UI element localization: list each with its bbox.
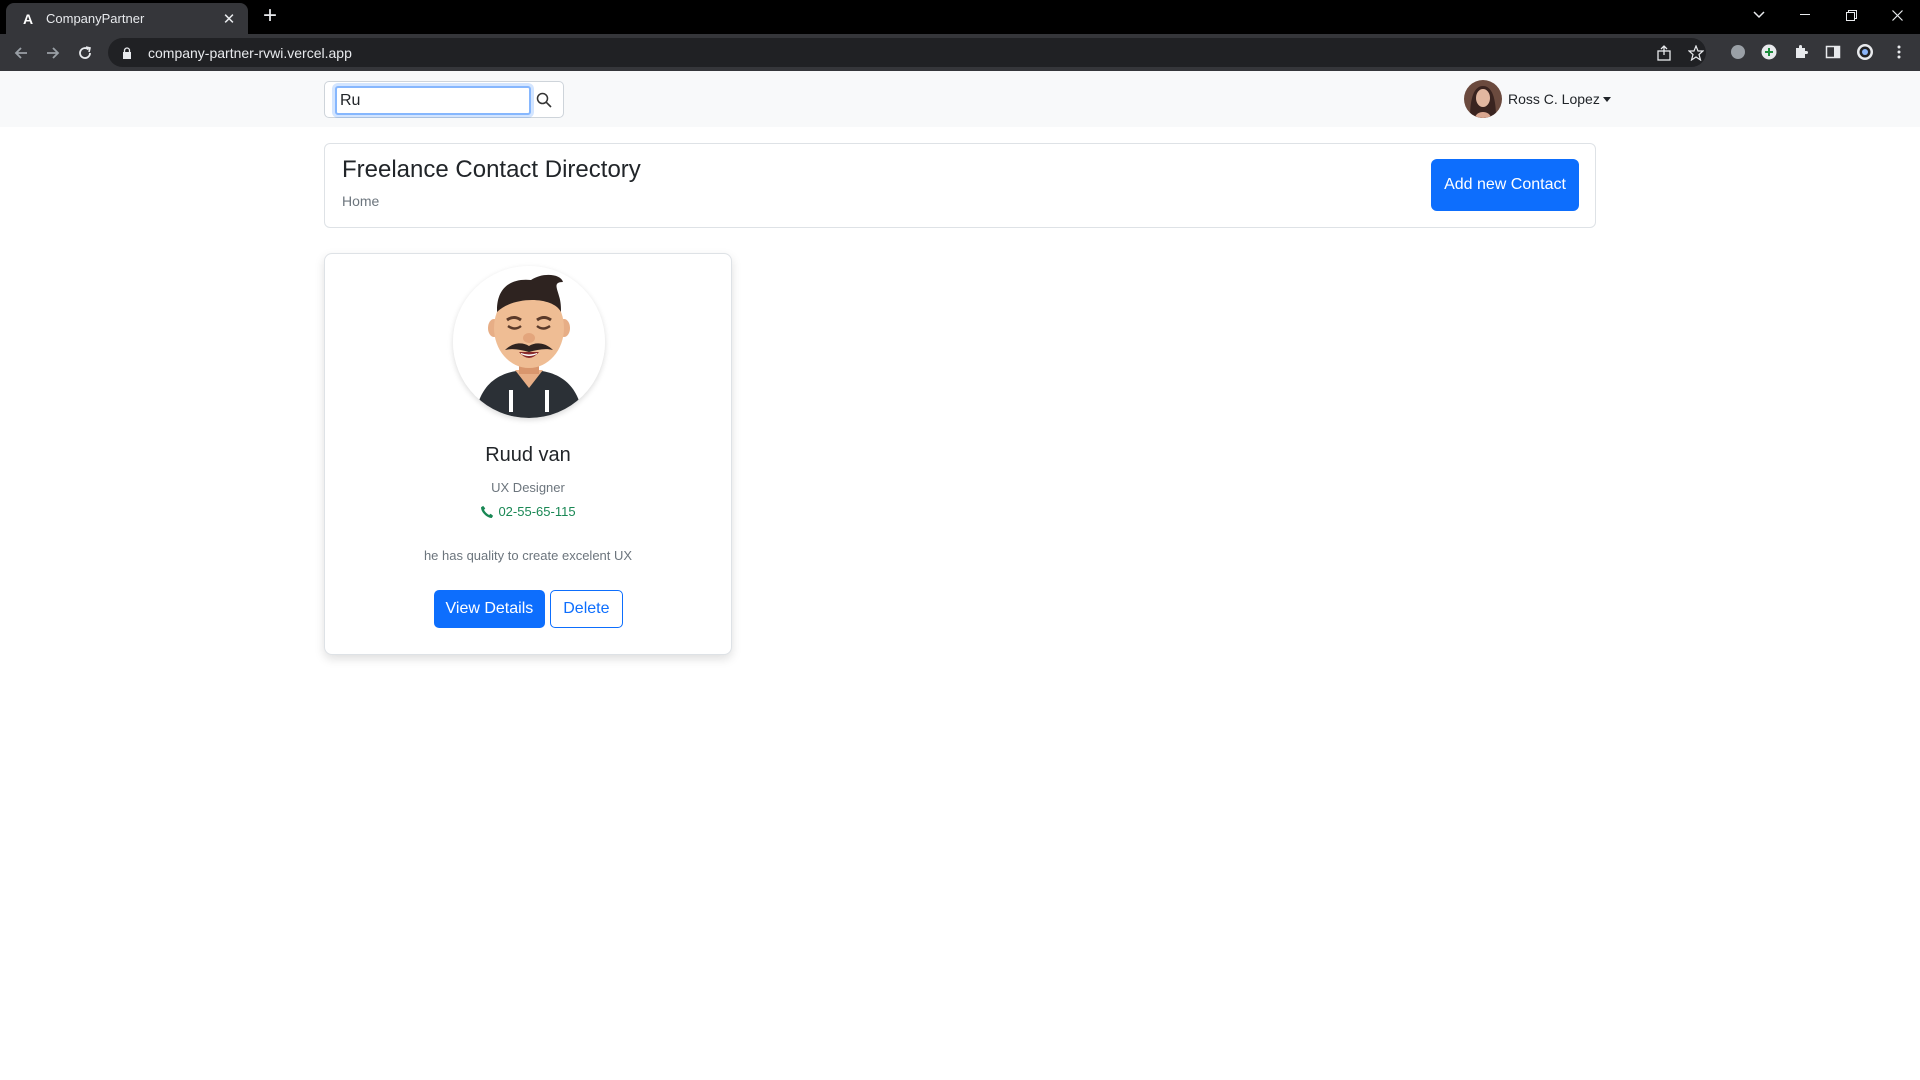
contact-card: Ruud van UX Designer 02-55-65-115 he has… [324,253,732,655]
tab-title: CompanyPartner [46,11,145,26]
breadcrumb-home[interactable]: Home [342,193,379,209]
user-menu[interactable]: Ross C. Lopez [1464,79,1611,119]
directory-header: Freelance Contact Directory Home Add new… [324,143,1596,228]
contact-name: Ruud van [485,444,571,466]
contact-avatar [453,266,605,418]
bookmark-star-icon[interactable] [1688,45,1704,61]
url-text: company-partner-rvwi.vercel.app [148,44,352,61]
browser-menu-icon[interactable] [1890,43,1908,61]
new-tab-icon[interactable]: + [258,4,282,28]
side-panel-icon[interactable] [1824,43,1842,61]
phone-icon [480,505,494,519]
add-contact-button[interactable]: Add new Contact [1431,159,1579,211]
user-name: Ross C. Lopez [1508,91,1600,107]
share-icon[interactable] [1656,45,1672,61]
page: Ross C. Lopez Freelance Contact Director… [0,71,1920,1080]
tab-search-icon[interactable] [1736,0,1782,30]
contact-description: he has quality to create excelent UX [423,548,633,563]
contact-phone-number: 02-55-65-115 [498,504,576,519]
contact-actions: View Details Delete [325,590,731,628]
contact-phone: 02-55-65-115 [325,504,731,519]
app-navbar: Ross C. Lopez [0,71,1920,127]
close-window-icon[interactable] [1874,0,1920,30]
forward-icon[interactable] [40,40,66,66]
search-group [324,81,564,118]
contact-role: UX Designer [491,480,565,495]
user-avatar [1464,80,1502,118]
back-icon[interactable] [8,40,34,66]
page-title: Freelance Contact Directory [342,156,641,183]
tab-close-icon[interactable]: ✕ [220,10,238,28]
restore-icon[interactable] [1828,0,1874,30]
search-icon[interactable] [535,91,553,109]
delete-button[interactable]: Delete [550,590,623,628]
reload-icon[interactable] [72,40,98,66]
angular-favicon-icon: A [22,10,34,27]
extensions-puzzle-icon[interactable] [1792,43,1810,61]
extension-plus-icon[interactable] [1760,43,1778,61]
search-input[interactable] [335,86,531,115]
caret-down-icon [1602,96,1611,102]
extension-cloud-icon[interactable] [1729,43,1747,61]
profile-icon[interactable] [1856,43,1874,61]
address-bar[interactable]: company-partner-rvwi.vercel.app [108,38,1706,67]
lock-icon [122,46,134,59]
minimize-icon[interactable] [1782,0,1828,30]
browser-toolbar: company-partner-rvwi.vercel.app [0,34,1920,71]
browser-tab-bar: A CompanyPartner ✕ + [0,0,1920,34]
browser-tab[interactable]: A CompanyPartner ✕ [6,3,248,34]
view-details-button[interactable]: View Details [433,590,546,628]
